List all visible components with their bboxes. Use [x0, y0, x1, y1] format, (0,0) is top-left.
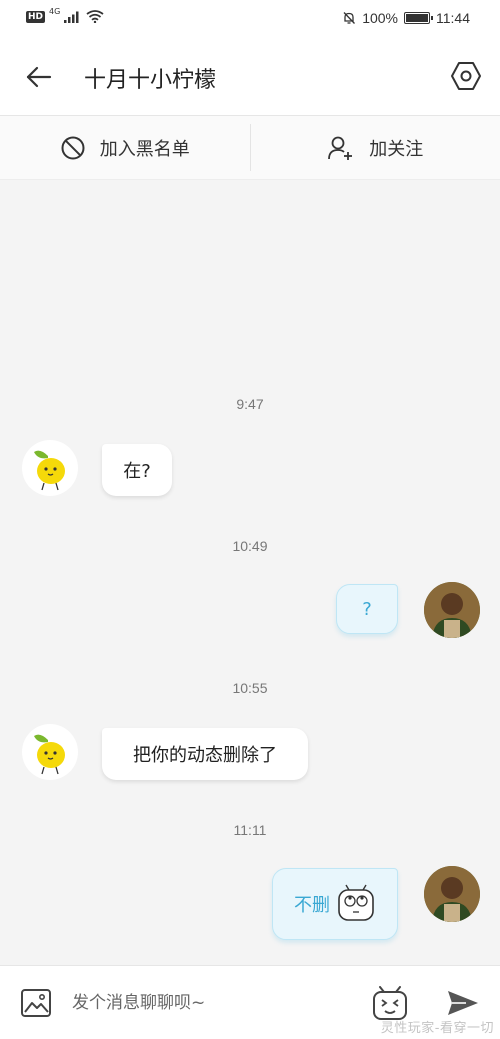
avatar-self[interactable]: [424, 866, 480, 922]
hd-badge: HD: [26, 10, 46, 23]
user-avatar-icon: [424, 582, 480, 638]
message-bubble-incoming[interactable]: 把你的动态删除了: [102, 728, 308, 780]
page-title: 十月十小柠檬: [84, 68, 217, 93]
block-label: 加入黑名单: [99, 138, 190, 160]
chat-header: 十月十小柠檬: [0, 38, 500, 116]
user-avatar-icon: [424, 866, 480, 922]
message-input[interactable]: [72, 988, 352, 1018]
signal-icon: [64, 11, 79, 23]
message-timestamp: 10:55: [232, 680, 268, 696]
input-bar: 灵性玩家-看穿一切: [0, 965, 500, 1039]
avatar-lemon[interactable]: [22, 724, 78, 780]
message-bubble-incoming[interactable]: 在?: [102, 444, 172, 496]
message-text: 把你的动态删除了: [133, 745, 277, 766]
message-text: ?: [362, 598, 372, 620]
rolling-eyes-robot-icon: [338, 884, 374, 921]
arrow-left-icon[interactable]: [24, 62, 54, 92]
battery-percent: 100%: [362, 10, 398, 26]
avatar-lemon[interactable]: [22, 440, 78, 496]
message-text: 在?: [123, 461, 151, 482]
wifi-icon: [86, 10, 104, 23]
action-bar: 加入黑名单 加关注: [0, 116, 500, 180]
chat-area[interactable]: 9:47 在? 10:49 ? 10:55 把你的动态删除了 11:11 不删: [0, 180, 500, 965]
status-bar: HD 4G 100% 11:44: [0, 0, 500, 38]
message-timestamp: 9:47: [236, 396, 264, 412]
battery-icon: [404, 12, 433, 24]
clock: 11:44: [436, 10, 470, 26]
status-right: 100% 11:44: [342, 10, 470, 26]
hexagon-settings-icon[interactable]: [450, 60, 482, 92]
status-left: HD 4G: [26, 7, 104, 23]
lemon-avatar-icon: [34, 450, 65, 491]
add-user-icon: [328, 136, 353, 160]
watermark: 灵性玩家-看穿一切: [380, 1021, 494, 1036]
send-icon[interactable]: [446, 988, 480, 1018]
block-icon: [61, 136, 85, 159]
message-timestamp: 10:49: [232, 538, 268, 554]
network-type: 4G: [49, 7, 61, 16]
block-button[interactable]: 加入黑名单: [0, 116, 250, 179]
image-icon[interactable]: [20, 988, 52, 1018]
follow-button[interactable]: 加关注: [251, 116, 500, 179]
follow-label: 加关注: [369, 138, 424, 160]
message-bubble-outgoing[interactable]: ?: [336, 584, 398, 634]
lemon-avatar-icon: [34, 734, 65, 775]
message-timestamp: 11:11: [233, 822, 267, 838]
message-bubble-outgoing[interactable]: 不删: [272, 868, 398, 940]
avatar-self[interactable]: [424, 582, 480, 638]
message-text: 不删: [294, 895, 330, 916]
mute-bell-icon: [343, 12, 356, 24]
